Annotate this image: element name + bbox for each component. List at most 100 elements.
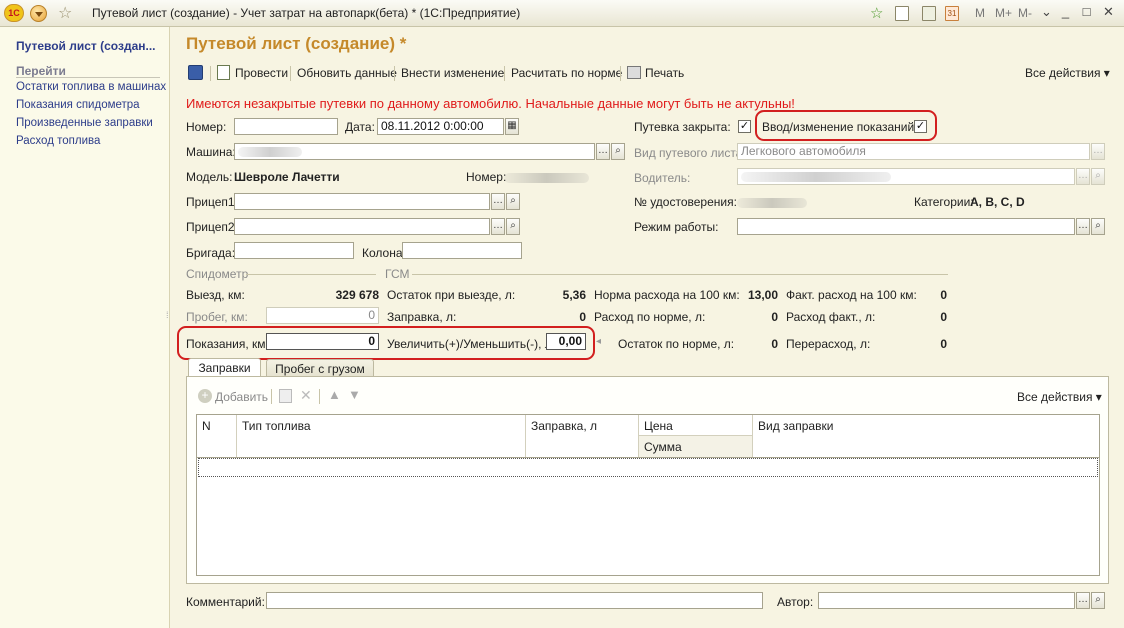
calculator-icon[interactable]: [922, 6, 936, 21]
trailer2-open-icon[interactable]: ⌕: [506, 218, 520, 235]
car-input[interactable]: [234, 143, 595, 160]
table-row[interactable]: [198, 458, 1098, 477]
link-refuels[interactable]: Произведенные заправки: [16, 117, 153, 129]
copy-icon[interactable]: [279, 389, 292, 403]
link-fuel-consumption[interactable]: Расход топлива: [16, 135, 100, 147]
tab-refuels[interactable]: Заправки: [188, 358, 261, 378]
form-area: Путевой лист (создание) * Провести Обнов…: [171, 27, 1124, 628]
window-title: Путевой лист (создание) - Учет затрат на…: [92, 6, 521, 20]
comment-input[interactable]: [266, 592, 763, 609]
link-fuel-rests[interactable]: Остатки топлива в машинах: [16, 81, 166, 93]
work-mode-select-button[interactable]: …: [1076, 218, 1090, 235]
memory-m-button[interactable]: M: [975, 6, 985, 20]
move-down-icon[interactable]: ▼: [348, 387, 361, 402]
brigade-input[interactable]: [234, 242, 354, 259]
delete-icon[interactable]: ✕: [300, 387, 312, 404]
column-kind[interactable]: Вид заправки: [753, 415, 1099, 457]
favorite-star-icon[interactable]: ☆: [58, 3, 72, 23]
trailer2-label: Прицеп2:: [186, 220, 238, 234]
calendar-picker-icon[interactable]: ▦: [505, 118, 519, 135]
trailer1-input[interactable]: [234, 193, 490, 210]
arrow-left-icon[interactable]: ◂: [596, 336, 601, 347]
sheet-type-input[interactable]: Легкового автомобиля: [737, 143, 1090, 160]
column-fuel-l[interactable]: Заправка, л: [526, 415, 639, 457]
refuels-table[interactable]: N Тип топлива Заправка, л Цена Сумма Вид…: [196, 414, 1100, 576]
work-mode-label: Режим работы:: [634, 220, 719, 234]
over-value: 0: [940, 337, 947, 351]
author-select-button[interactable]: …: [1076, 592, 1090, 609]
link-speedometer[interactable]: Показания спидометра: [16, 99, 140, 111]
over-label: Перерасход, л:: [786, 337, 871, 351]
main-menu-icon[interactable]: [30, 5, 47, 22]
date-label: Дата:: [345, 120, 375, 134]
add-favorite-icon[interactable]: ☆: [870, 4, 883, 22]
date-input[interactable]: 08.11.2012 0:00:00: [377, 118, 504, 135]
car-select-button[interactable]: …: [596, 143, 610, 160]
trailer1-select-button[interactable]: …: [491, 193, 505, 210]
trailer1-open-icon[interactable]: ⌕: [506, 193, 520, 210]
work-mode-open-icon[interactable]: ⌕: [1091, 218, 1105, 235]
column-price[interactable]: Цена: [639, 415, 753, 436]
refresh-data-button[interactable]: Обновить данные: [297, 66, 397, 80]
current-form-link[interactable]: Путевой лист (создан...: [16, 39, 156, 53]
dropdown-icon[interactable]: ⌄: [1038, 5, 1055, 21]
bynorm-value: 0: [771, 310, 778, 324]
print-button[interactable]: Печать: [645, 66, 684, 80]
author-open-icon[interactable]: ⌕: [1091, 592, 1105, 609]
column-n[interactable]: N: [197, 415, 237, 457]
gsm-header: ГСМ: [385, 267, 410, 281]
history-icon[interactable]: [895, 6, 909, 21]
reading-input[interactable]: 0: [266, 333, 379, 350]
save-icon[interactable]: [188, 65, 203, 80]
driver-open-icon[interactable]: ⌕: [1091, 168, 1105, 185]
close-icon[interactable]: ✕: [1100, 5, 1117, 21]
driver-label: Водитель:: [634, 171, 691, 185]
author-input[interactable]: [818, 592, 1075, 609]
warning-message: Имеются незакрытые путевки по данному ав…: [186, 96, 795, 111]
calc-by-norm-button[interactable]: Расчитать по норме: [511, 66, 622, 80]
page-title: Путевой лист (создание) *: [186, 34, 407, 53]
navigation-panel: Путевой лист (создан... Перейти Остатки …: [0, 27, 170, 628]
brigade-label: Бригада:: [186, 246, 236, 260]
post-button[interactable]: Провести: [235, 66, 288, 80]
input-change-label: Ввод/изменение показаний:: [762, 120, 918, 134]
author-label: Автор:: [777, 595, 814, 609]
incdec-input[interactable]: 0,00: [546, 333, 586, 350]
app-logo-icon[interactable]: 1С: [4, 4, 24, 22]
incdec-label: Увеличить(+)/Уменьшить(-), л:: [387, 337, 556, 351]
calendar-icon[interactable]: 31: [945, 6, 959, 21]
make-change-button[interactable]: Внести изменение: [401, 66, 504, 80]
input-change-checkbox[interactable]: ✓: [914, 120, 927, 133]
number-input[interactable]: [234, 118, 338, 135]
minimize-icon[interactable]: _: [1057, 5, 1074, 21]
driver-select-button[interactable]: …: [1076, 168, 1090, 185]
trailer2-select-button[interactable]: …: [491, 218, 505, 235]
car-open-icon[interactable]: ⌕: [611, 143, 625, 160]
driver-input[interactable]: [737, 168, 1075, 185]
memory-mminus-button[interactable]: M-: [1018, 6, 1032, 20]
toolbar-separator: [290, 66, 291, 81]
table-all-actions-button[interactable]: Все действия ▾: [1017, 390, 1102, 404]
column-fuel-type[interactable]: Тип топлива: [237, 415, 526, 457]
sheet-type-select-button[interactable]: …: [1091, 143, 1105, 160]
restnorm-value: 0: [771, 337, 778, 351]
trailer2-input[interactable]: [234, 218, 490, 235]
title-bar: 1С ☆ Путевой лист (создание) - Учет затр…: [0, 0, 1124, 27]
bynorm-label: Расход по норме, л:: [594, 310, 706, 324]
maximize-icon[interactable]: □: [1078, 5, 1095, 21]
all-actions-button[interactable]: Все действия ▾: [1025, 66, 1110, 80]
toolbar-separator: [319, 389, 320, 404]
license-label: № удостоверения:: [634, 195, 737, 209]
add-button[interactable]: Добавить: [215, 390, 268, 404]
column-sum[interactable]: Сумма: [639, 436, 753, 457]
categories-value: A, B, C, D: [970, 195, 1025, 209]
memory-mplus-button[interactable]: M+: [995, 6, 1012, 20]
panel-splitter[interactable]: ⁞: [166, 310, 169, 320]
move-up-icon[interactable]: ▲: [328, 387, 341, 402]
closed-label: Путевка закрыта:: [634, 120, 731, 134]
mileage-input[interactable]: 0: [266, 307, 379, 324]
column-input[interactable]: [402, 242, 522, 259]
work-mode-input[interactable]: [737, 218, 1075, 235]
closed-checkbox[interactable]: ✓: [738, 120, 751, 133]
fact100-label: Факт. расход на 100 км:: [786, 288, 917, 302]
